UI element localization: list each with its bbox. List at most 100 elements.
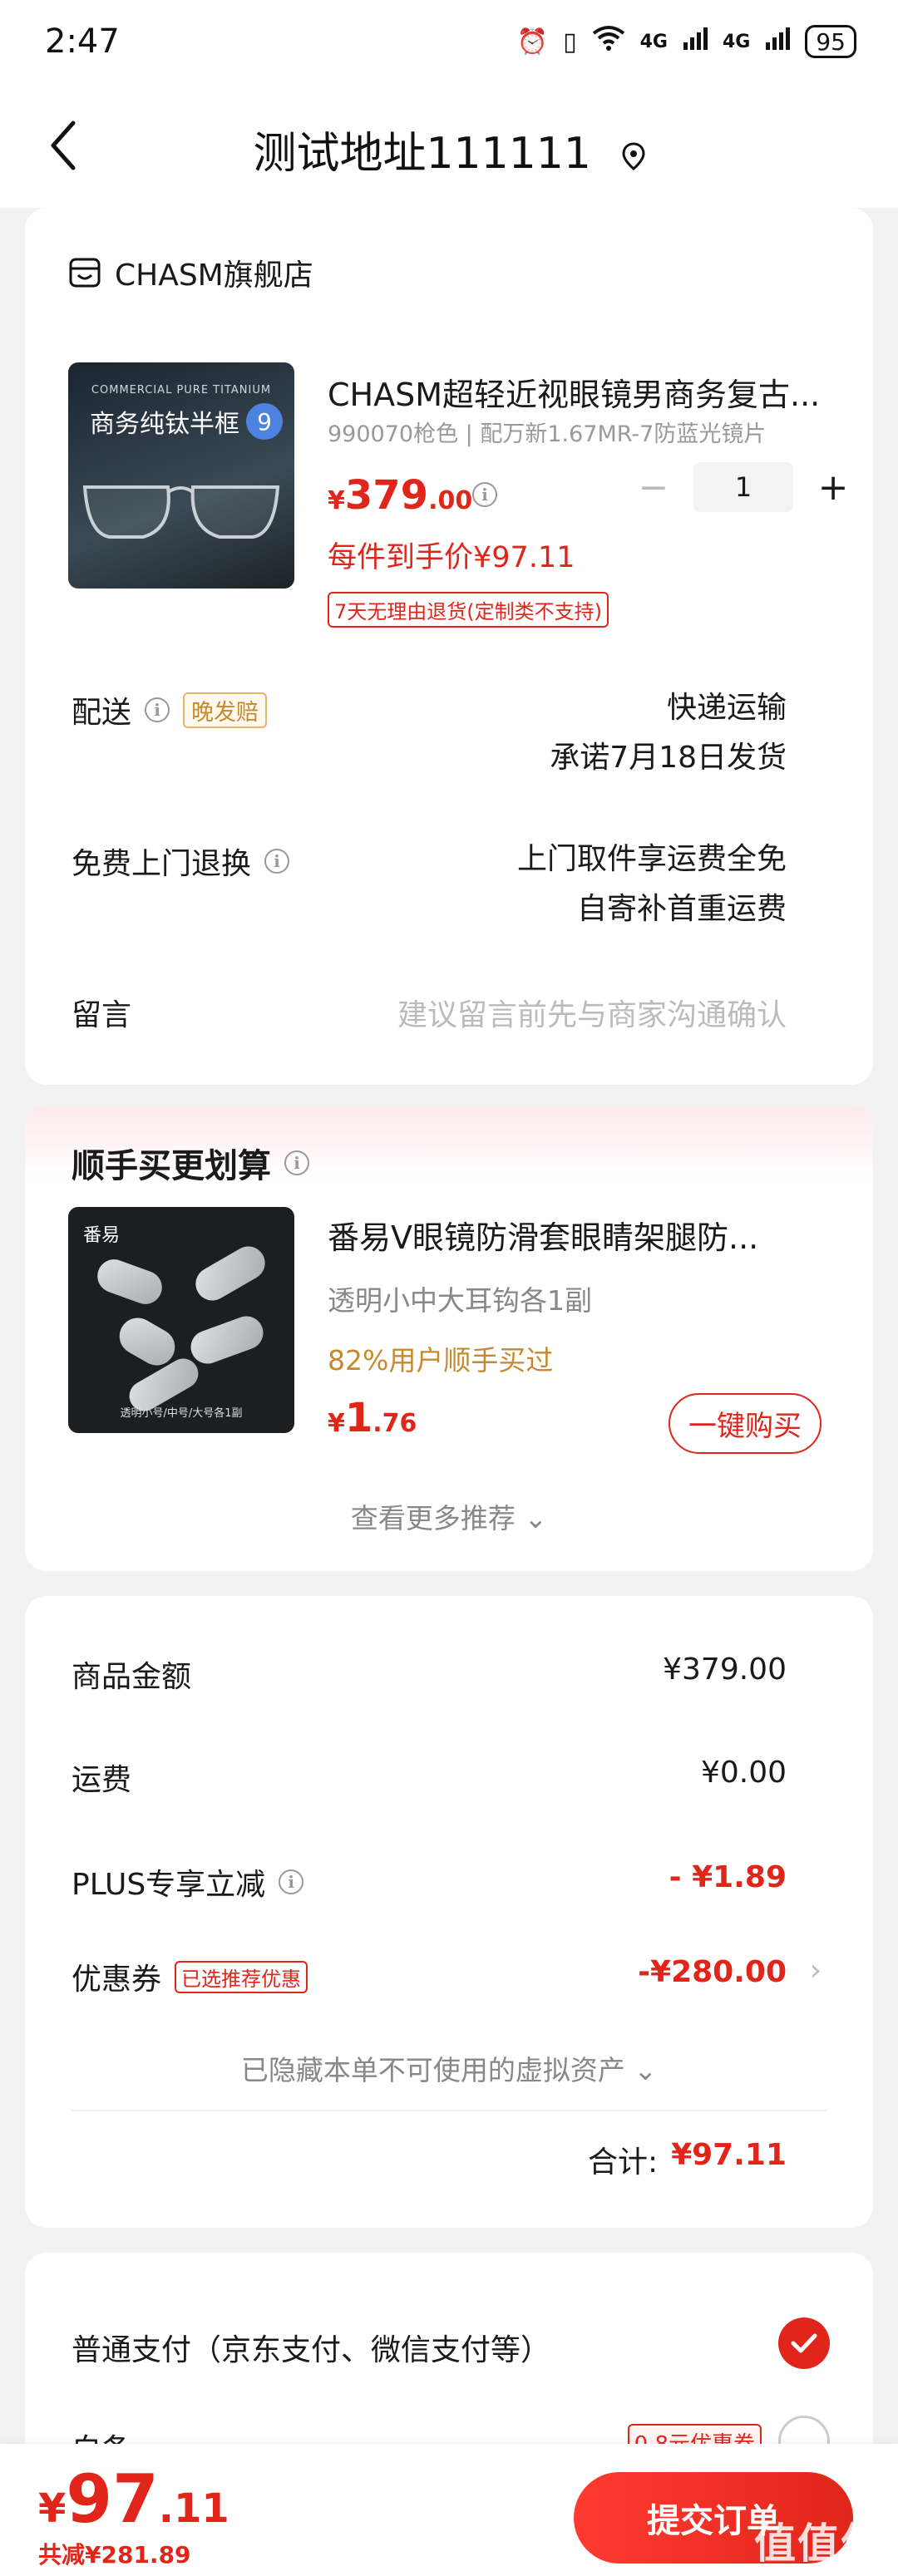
more-recommend-link[interactable]: 查看更多推荐 ⌄: [25, 1496, 873, 1536]
unit-price: 每件到手价¥97.11: [328, 541, 575, 574]
price-integer: 379: [344, 472, 429, 519]
order-total-label: 合计:: [587, 2145, 659, 2180]
price-decimal: .76: [373, 1409, 417, 1438]
return-service-label: 免费上门退换 i: [72, 840, 290, 883]
chevron-right-icon[interactable]: ›: [810, 1953, 822, 1987]
shipping-fee-value: ¥0.00: [700, 1756, 787, 1790]
normal-payment-label[interactable]: 普通支付（京东支付、微信支付等）: [72, 2326, 550, 2369]
status-bar: 2:47 ⏰ ▯ 4G 4G 95: [0, 0, 898, 83]
summary-card: 商品金额 ¥379.00 运费 ¥0.00 PLUS专享立减 i - ¥1.89…: [25, 1596, 873, 2228]
product-title[interactable]: CHASM超轻近视眼镜男商务复古...: [328, 369, 843, 415]
price-integer: 97: [66, 2460, 159, 2538]
address-title[interactable]: 测试地址111111: [0, 118, 898, 180]
store-header[interactable]: CHASM旗舰店: [68, 251, 313, 294]
footer-saved-amount: 共减¥281.89: [38, 2541, 191, 2569]
vibrate-icon: ▯: [563, 27, 577, 57]
divider: [72, 2110, 826, 2111]
wifi-icon: [592, 25, 625, 58]
product-price: ¥ 379 .00: [328, 472, 472, 519]
product-image-badge: 9: [246, 403, 283, 440]
delivery-label: 配送 i 晚发赔: [72, 688, 268, 731]
coupon-value[interactable]: -¥280.00: [638, 1955, 787, 1989]
delivery-info[interactable]: 快递运输 承诺7月18日发货: [550, 683, 787, 783]
signal-bars-icon: [683, 26, 708, 57]
late-compensation-tag: 晚发赔: [183, 692, 268, 728]
return-service-info-icon[interactable]: i: [264, 849, 290, 874]
delivery-info-icon[interactable]: i: [145, 697, 170, 722]
recommend-title-text: 顺手买更划算: [72, 1147, 271, 1185]
message-label: 留言: [72, 998, 132, 1032]
check-icon: [791, 2333, 817, 2353]
one-click-buy-button[interactable]: 一键购买: [669, 1393, 822, 1454]
coupon-recommend-tag: 已选推荐优惠: [175, 1960, 308, 1993]
recommend-card: 顺手买更划算 i 番易 透明小号/中号/大号各1副 番易V眼镜防滑套眼睛架腿防.…: [25, 1106, 873, 1571]
delivery-promise: 承诺7月18日发货: [550, 741, 787, 775]
return-service-info: 上门取件享运费全免 自寄补首重运费: [517, 835, 787, 934]
hidden-assets-link[interactable]: 已隐藏本单不可使用的虚拟资产 ⌄: [25, 2048, 873, 2088]
goods-amount-value: ¥379.00: [663, 1652, 787, 1687]
battery-icon: 95: [805, 25, 856, 58]
product-image[interactable]: COMMERCIAL PURE TITANIUM 商务纯钛半框 9: [68, 362, 294, 589]
return-service-line1: 上门取件享运费全免: [516, 842, 787, 876]
ear-hook-shape: [92, 1254, 167, 1309]
return-policy-tag: 7天无理由退货(定制类不支持): [328, 592, 609, 628]
plus-info-icon[interactable]: i: [279, 1869, 304, 1894]
quantity-plus-button[interactable]: +: [808, 466, 858, 509]
glasses-icon: [82, 485, 280, 539]
plus-discount-label-text: PLUS专享立减: [72, 1868, 266, 1902]
signal-4g-icon: 4G: [639, 31, 668, 52]
quantity-stepper: − 1 +: [629, 462, 858, 512]
recommend-image[interactable]: 番易 透明小号/中号/大号各1副: [68, 1207, 294, 1433]
product-image-tag: 商务纯钛半框 9: [90, 403, 294, 440]
recommend-image-caption: 透明小号/中号/大号各1副: [120, 1407, 243, 1420]
quantity-minus-button[interactable]: −: [629, 466, 678, 509]
return-service-label-text: 免费上门退换: [72, 847, 252, 881]
ear-hook-shape: [185, 1311, 269, 1369]
status-icons: ⏰ ▯ 4G 4G 95: [517, 25, 856, 58]
price-info-icon[interactable]: i: [472, 482, 497, 507]
coupon-row[interactable]: 优惠券 已选推荐优惠: [72, 1955, 308, 1998]
plus-discount-value: - ¥1.89: [669, 1860, 787, 1894]
status-time: 2:47: [45, 22, 120, 61]
address-text: 测试地址111111: [253, 129, 591, 179]
recommend-item-price: ¥ 1 .76: [328, 1395, 417, 1441]
store-icon: [69, 258, 101, 288]
watermark: 值值值 zhizhizhi.com: [748, 2510, 890, 2576]
normal-payment-checkbox[interactable]: [778, 2317, 830, 2369]
price-decimal: .00: [428, 486, 473, 515]
store-card: CHASM旗舰店 COMMERCIAL PURE TITANIUM 商务纯钛半框…: [25, 208, 873, 1085]
delivery-method: 快递运输: [666, 691, 787, 725]
recommend-info-icon[interactable]: i: [284, 1150, 309, 1175]
delivery-label-text: 配送: [72, 696, 132, 730]
price-decimal: .11: [158, 2485, 229, 2532]
recommend-item-title[interactable]: 番易V眼镜防滑套眼睛架腿防...: [328, 1212, 826, 1258]
footer-total-price: ¥ 97 .11: [38, 2460, 229, 2538]
recommend-item-spec[interactable]: 透明小中大耳钩各1副: [328, 1278, 592, 1318]
signal-bars-icon-2: [765, 26, 791, 57]
recommend-social-proof: 82%用户顺手买过: [328, 1344, 554, 1377]
recommend-image-brand: 番易: [83, 1225, 121, 1246]
product-spec[interactable]: 990070枪色 | 配万新1.67MR-7防蓝光镜片: [328, 416, 766, 448]
message-input[interactable]: 建议留言前先与商家沟通确认: [397, 991, 787, 1034]
order-total-value: ¥97.11: [671, 2138, 787, 2172]
watermark-main: 值值值: [754, 2519, 884, 2568]
goods-amount-label: 商品金额: [72, 1660, 192, 1694]
price-integer: 1: [344, 1395, 373, 1441]
product-image-top-text: COMMERCIAL PURE TITANIUM: [91, 384, 272, 396]
plus-discount-label: PLUS专享立减 i: [72, 1860, 304, 1904]
alarm-icon: ⏰: [516, 27, 549, 57]
shipping-fee-label: 运费: [72, 1763, 132, 1797]
order-total: 合计: ¥97.11: [588, 2138, 787, 2181]
price-symbol: ¥: [328, 486, 345, 515]
price-symbol: ¥: [328, 1409, 345, 1438]
product-image-tag-text: 商务纯钛半框: [90, 410, 239, 439]
signal-4g-icon-2: 4G: [722, 31, 751, 52]
recommend-title: 顺手买更划算 i: [72, 1139, 309, 1187]
watermark-sub: zhizhizhi.com: [768, 2565, 870, 2576]
return-service-line2: 自寄补首重运费: [576, 892, 787, 926]
ear-hook-shape: [190, 1240, 271, 1307]
quantity-input[interactable]: 1: [693, 462, 793, 512]
store-name: CHASM旗舰店: [115, 259, 313, 293]
coupon-label-text: 优惠券: [72, 1963, 162, 1997]
location-pin-icon: [622, 142, 645, 170]
